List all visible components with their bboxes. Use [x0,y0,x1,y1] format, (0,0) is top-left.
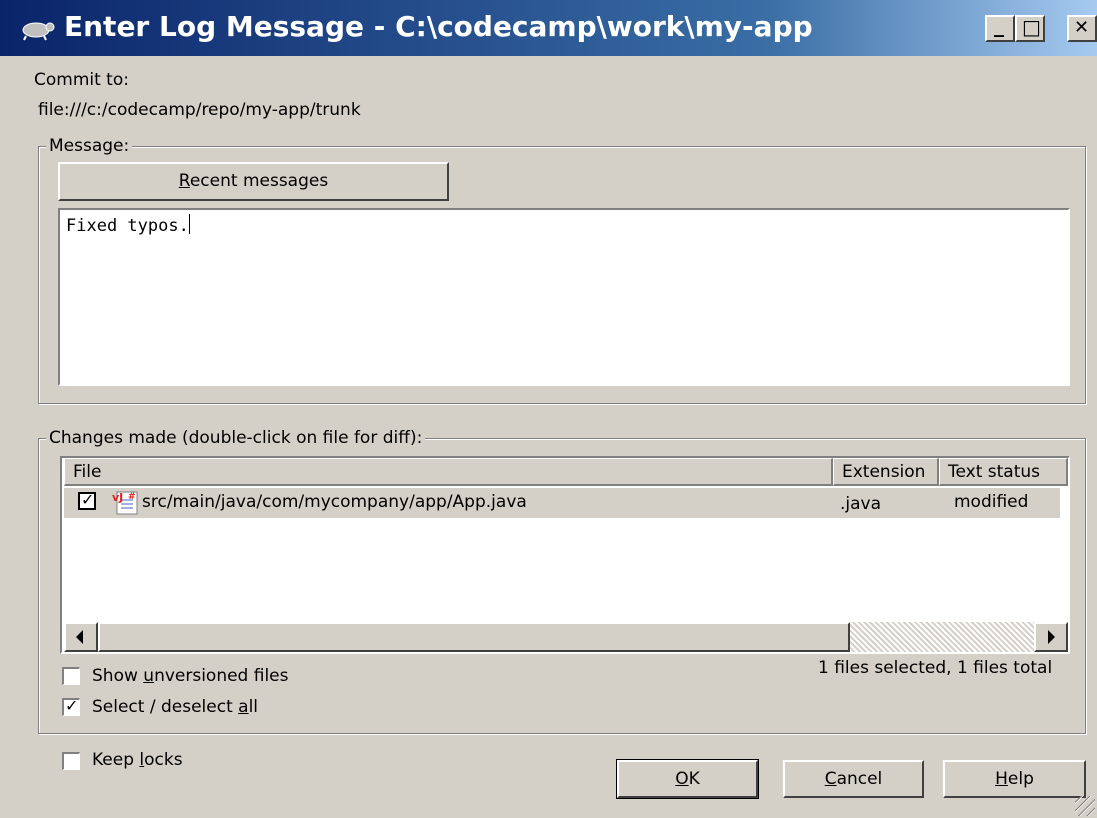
select-all-post: ll [248,697,259,717]
recent-messages-label-post: ecent messages [189,171,329,191]
show-unversioned-label[interactable]: Show unversioned files [92,666,289,686]
checkmark-icon: ✓ [81,490,95,509]
cancel-button[interactable]: Cancel [783,760,924,798]
scrollbar-thumb[interactable] [98,622,850,652]
select-all-checkbox[interactable]: ✓ [62,696,80,716]
table-row[interactable]: ✓ vJ # src/main/java/com/mycompany/app/A… [64,488,1060,518]
changes-list[interactable]: File Extension Text status ✓ vJ # src/ma… [60,456,1070,654]
minimize-button[interactable]: _ [985,13,1015,42]
keep-locks-label[interactable]: Keep locks [92,750,183,770]
select-all-mnemonic: a [238,697,249,717]
java-file-icon: vJ # [112,491,138,515]
recent-messages-button[interactable]: Recent messages [58,162,449,201]
title-bar[interactable]: Enter Log Message - C:\codecamp\work\my-… [0,0,1097,56]
show-unversioned-mnemonic: u [143,666,155,686]
maximize-icon: □ [1022,15,1041,39]
row-checkbox[interactable]: ✓ [78,490,96,510]
cancel-post: ancel [836,769,883,789]
close-icon: ✕ [1074,17,1090,38]
minimize-icon: _ [994,13,1004,37]
log-message-text: Fixed typos. [66,216,189,236]
commit-to-label: Commit to: [34,70,129,90]
arrow-right-icon [1048,630,1055,644]
svn-commit-dialog: { "window": { "title": "Enter Log Messag… [0,0,1097,818]
selection-summary: 1 files selected, 1 files total [818,658,1053,678]
tortoise-icon [22,22,55,41]
select-all-label[interactable]: Select / deselect all [92,697,258,717]
help-button[interactable]: Help [943,760,1086,798]
message-group-label: Message: [46,136,133,156]
text-caret [188,214,190,234]
ok-post: K [688,769,700,789]
keep-locks-post: ocks [144,750,183,770]
row-file-path: src/main/java/com/mycompany/app/App.java [142,492,527,512]
ok-mnemonic: O [675,769,689,789]
row-extension: .java [840,494,882,514]
maximize-button[interactable]: □ [1015,15,1045,42]
show-unversioned-checkbox[interactable] [62,667,80,685]
svg-text:#: # [128,492,136,502]
show-unversioned-pre: Show [92,666,144,686]
keep-locks-pre: Keep [92,750,140,770]
select-all-pre: Select / deselect [92,697,239,717]
show-unversioned-post: nversioned files [154,666,289,686]
cancel-mnemonic: C [824,769,837,789]
ok-button[interactable]: OK [616,759,759,799]
column-header-file[interactable]: File [64,458,833,486]
column-header-extension[interactable]: Extension [833,458,939,486]
close-button[interactable]: ✕ [1067,15,1097,42]
scroll-left-button[interactable] [64,622,98,652]
window-title: Enter Log Message - C:\codecamp\work\my-… [64,10,813,43]
recent-messages-mnemonic: R [178,171,190,191]
checkmark-icon: ✓ [65,696,79,715]
log-message-textarea[interactable]: Fixed typos. [58,208,1070,386]
column-header-text-status[interactable]: Text status [939,458,1068,486]
help-mnemonic: H [995,769,1008,789]
keep-locks-checkbox[interactable] [62,752,80,770]
commit-url: file:///c:/codecamp/repo/my-app/trunk [38,100,361,120]
changes-group-label: Changes made (double-click on file for d… [46,428,426,448]
svg-text:vJ: vJ [112,491,123,504]
arrow-left-icon [76,630,83,644]
row-status: modified [954,492,1029,512]
resize-grip-icon[interactable] [1075,796,1095,816]
help-post: elp [1007,769,1034,789]
scroll-right-button[interactable] [1034,622,1068,652]
